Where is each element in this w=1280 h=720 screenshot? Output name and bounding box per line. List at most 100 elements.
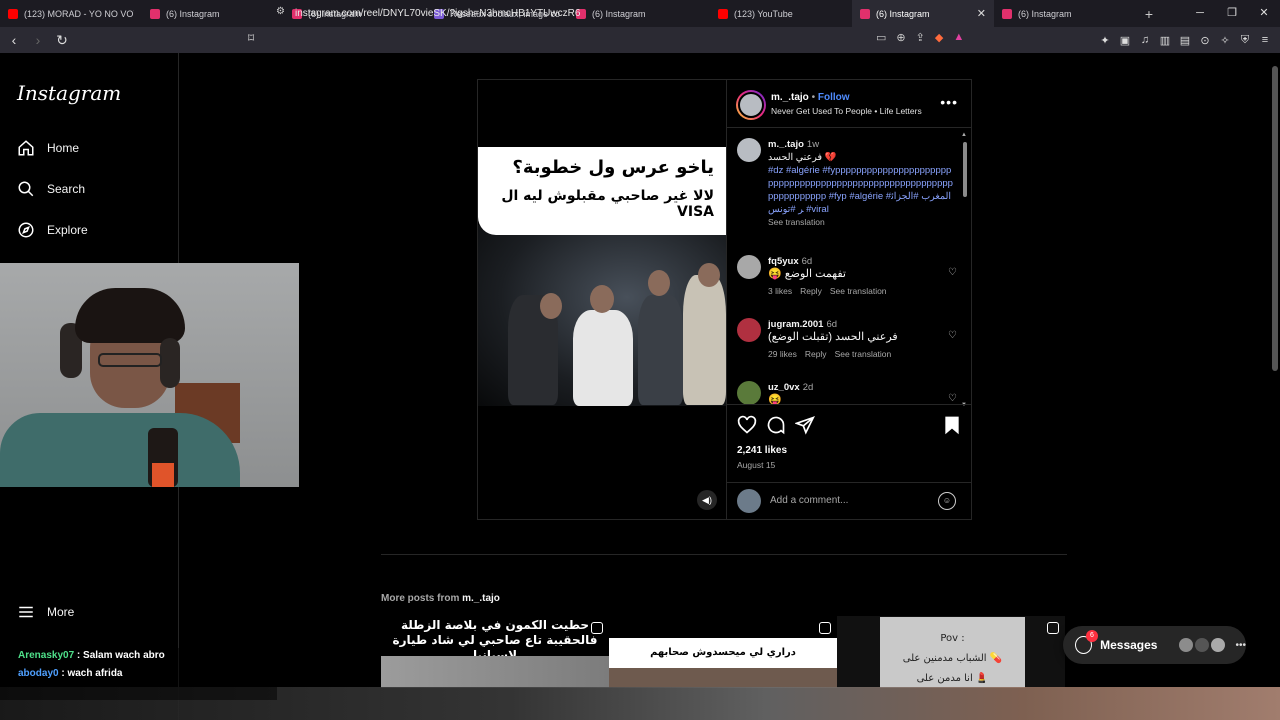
bookmark-icon[interactable]: ⌑: [248, 31, 254, 45]
see-translation-link[interactable]: See translation: [835, 349, 892, 359]
avatar: [738, 92, 764, 118]
messenger-icon: 6: [1075, 630, 1098, 654]
comment-username[interactable]: jugram.2001: [768, 319, 823, 330]
heart-icon[interactable]: [737, 415, 757, 435]
mute-button[interactable]: ◀): [697, 490, 717, 510]
compass-icon: [18, 222, 34, 238]
comment-username[interactable]: fq5yux: [768, 256, 799, 267]
like-count[interactable]: 2,241 likes: [737, 445, 787, 456]
reel-icon: [591, 622, 603, 634]
back-icon[interactable]: ‹: [4, 32, 24, 48]
see-translation-link[interactable]: See translation: [830, 286, 887, 296]
reel-icon: [1047, 622, 1059, 634]
comment-input[interactable]: Add a comment...: [770, 495, 848, 506]
reel-video[interactable]: ياخو عرس ول خطوبة؟ لالا غير صاحبي مقبلوش…: [478, 80, 726, 519]
wallet-icon[interactable]: ▤: [1178, 34, 1192, 47]
reload-icon[interactable]: ↻: [52, 32, 72, 49]
more-icon: •••: [1235, 639, 1246, 651]
avatar: [737, 489, 761, 513]
more-post-thumbnail[interactable]: حطيت الكمون في بلاصة الزطلة فالحقيبة تاع…: [381, 616, 609, 688]
brave-shield-icon[interactable]: ⛨: [1238, 34, 1252, 47]
screenshot-icon[interactable]: ▣: [1118, 34, 1132, 47]
share-icon[interactable]: ⇪: [916, 31, 925, 44]
author-avatar-ring[interactable]: [736, 90, 766, 120]
menu-icon[interactable]: ≡: [1258, 34, 1272, 46]
reel-post: ياخو عرس ول خطوبة؟ لالا غير صاحبي مقبلوش…: [477, 79, 972, 520]
rewards-icon[interactable]: ▲: [953, 31, 964, 44]
address-actions: ▭ ⊕ ⇪ ◆ ▲: [876, 31, 964, 44]
close-window-icon[interactable]: ✕: [1248, 0, 1280, 27]
music-icon[interactable]: ♫: [1138, 34, 1152, 46]
sidebar-item-home[interactable]: Home: [17, 139, 79, 157]
comments-list[interactable]: m._.tajo 1w فرعني الحسد 💔 #dz #algérie #f…: [727, 128, 972, 404]
stream-chat-message: Arenasky07 : Salam wach abro: [18, 650, 165, 661]
sidebar-item-search[interactable]: Search: [17, 180, 85, 198]
home-icon: [18, 140, 34, 156]
sidebar-icon[interactable]: ▥: [1158, 34, 1172, 47]
search-icon: [18, 181, 34, 197]
hashtags[interactable]: #dz #algérie #fypppppppppppppppppppppppp…: [768, 164, 953, 216]
post-panel: m._.tajo • Follow Never Get Used To Peop…: [726, 80, 972, 519]
instagram-icon: [150, 8, 160, 19]
more-post-thumbnail[interactable]: دراري لي ميحسدوش صحابهم: [609, 616, 837, 688]
avatar[interactable]: [737, 138, 761, 162]
browser-tab[interactable]: (6) Instagram: [142, 0, 284, 27]
new-tab-button[interactable]: +: [1136, 6, 1162, 22]
zoom-icon[interactable]: ⊕: [896, 31, 905, 44]
instagram-icon: [1002, 8, 1012, 19]
comment-icon[interactable]: [766, 415, 786, 435]
comment-username[interactable]: uz_0vx: [768, 382, 800, 393]
author-username[interactable]: m._.tajo: [771, 92, 809, 103]
shield-icon[interactable]: ◆: [935, 31, 943, 44]
window-controls: ─ ❐ ✕: [1184, 0, 1280, 27]
address-bar[interactable]: ⚙ instagram.com/reel/DNYL70vieSK/?igsh=N…: [270, 3, 990, 23]
post-header: m._.tajo • Follow Never Get Used To Peop…: [727, 80, 972, 128]
browser-tab[interactable]: (6) Instagram: [994, 0, 1136, 27]
url-text: instagram.com/reel/DNYL70vieSK/?igsh=N3h…: [295, 7, 581, 19]
reply-link[interactable]: Reply: [800, 286, 822, 296]
see-translation-link[interactable]: See translation: [768, 217, 825, 227]
maximize-icon[interactable]: ❐: [1216, 0, 1248, 27]
sidebar-item-explore[interactable]: Explore: [17, 221, 88, 239]
browser-extensions: ✦ ▣ ♫ ▥ ▤ ⊙ ✧ ⛨ ≡: [1098, 27, 1280, 53]
avatar: [1195, 638, 1210, 652]
page-scrollbar[interactable]: [1272, 58, 1278, 682]
browser-tab[interactable]: (123) MORAD - YO NO VOY [V: [0, 0, 142, 27]
sidebar-item-more[interactable]: More: [17, 603, 74, 621]
like-comment-icon[interactable]: ♡: [948, 330, 957, 341]
vpn-icon[interactable]: ⊙: [1198, 34, 1212, 47]
site-info-icon[interactable]: ⚙: [276, 6, 285, 17]
follow-button[interactable]: Follow: [818, 92, 850, 103]
messages-button[interactable]: 6 Messages •••: [1063, 626, 1246, 664]
avatar[interactable]: [737, 381, 761, 404]
divider: [381, 554, 1067, 555]
instagram-logo[interactable]: Instagram: [17, 81, 121, 105]
like-comment-icon[interactable]: ♡: [948, 267, 957, 278]
emoji-icon[interactable]: ☺: [938, 492, 956, 510]
stream-chat-message: aboday0 : wach afrida: [18, 668, 123, 679]
more-options-icon[interactable]: •••: [940, 94, 958, 110]
avatar[interactable]: [737, 255, 761, 279]
comments-scrollbar[interactable]: ▲ ▼: [961, 132, 968, 408]
speaker-icon: ◀): [702, 495, 712, 505]
more-posts-username[interactable]: m._.tajo: [462, 593, 500, 604]
forward-icon[interactable]: ›: [28, 32, 48, 48]
minimize-icon[interactable]: ─: [1184, 0, 1216, 27]
reply-link[interactable]: Reply: [805, 349, 827, 359]
reel-caption-overlay: ياخو عرس ول خطوبة؟ لالا غير صاحبي مقبلوش…: [478, 147, 726, 235]
like-comment-icon[interactable]: ♡: [948, 393, 957, 404]
comment-username[interactable]: m._.tajo: [768, 139, 804, 150]
avatar: [1211, 638, 1226, 652]
hamburger-icon: [19, 606, 33, 618]
ai-icon[interactable]: ✧: [1218, 34, 1232, 47]
cast-icon[interactable]: ▭: [876, 31, 886, 44]
extensions-icon[interactable]: ✦: [1098, 34, 1112, 47]
more-posts-heading: More posts from m._.tajo: [381, 593, 500, 604]
more-post-thumbnail[interactable]: Pov : الشباب مدمنين على 💊 انا مدمن على 💄: [837, 616, 1065, 688]
share-icon[interactable]: [795, 415, 815, 435]
video-frame: [478, 225, 726, 406]
audio-track[interactable]: Never Get Used To People • Life Letters: [771, 106, 922, 116]
browser-toolbar: ‹ › ↻: [0, 27, 1280, 53]
save-icon[interactable]: [942, 415, 962, 435]
avatar[interactable]: [737, 318, 761, 342]
